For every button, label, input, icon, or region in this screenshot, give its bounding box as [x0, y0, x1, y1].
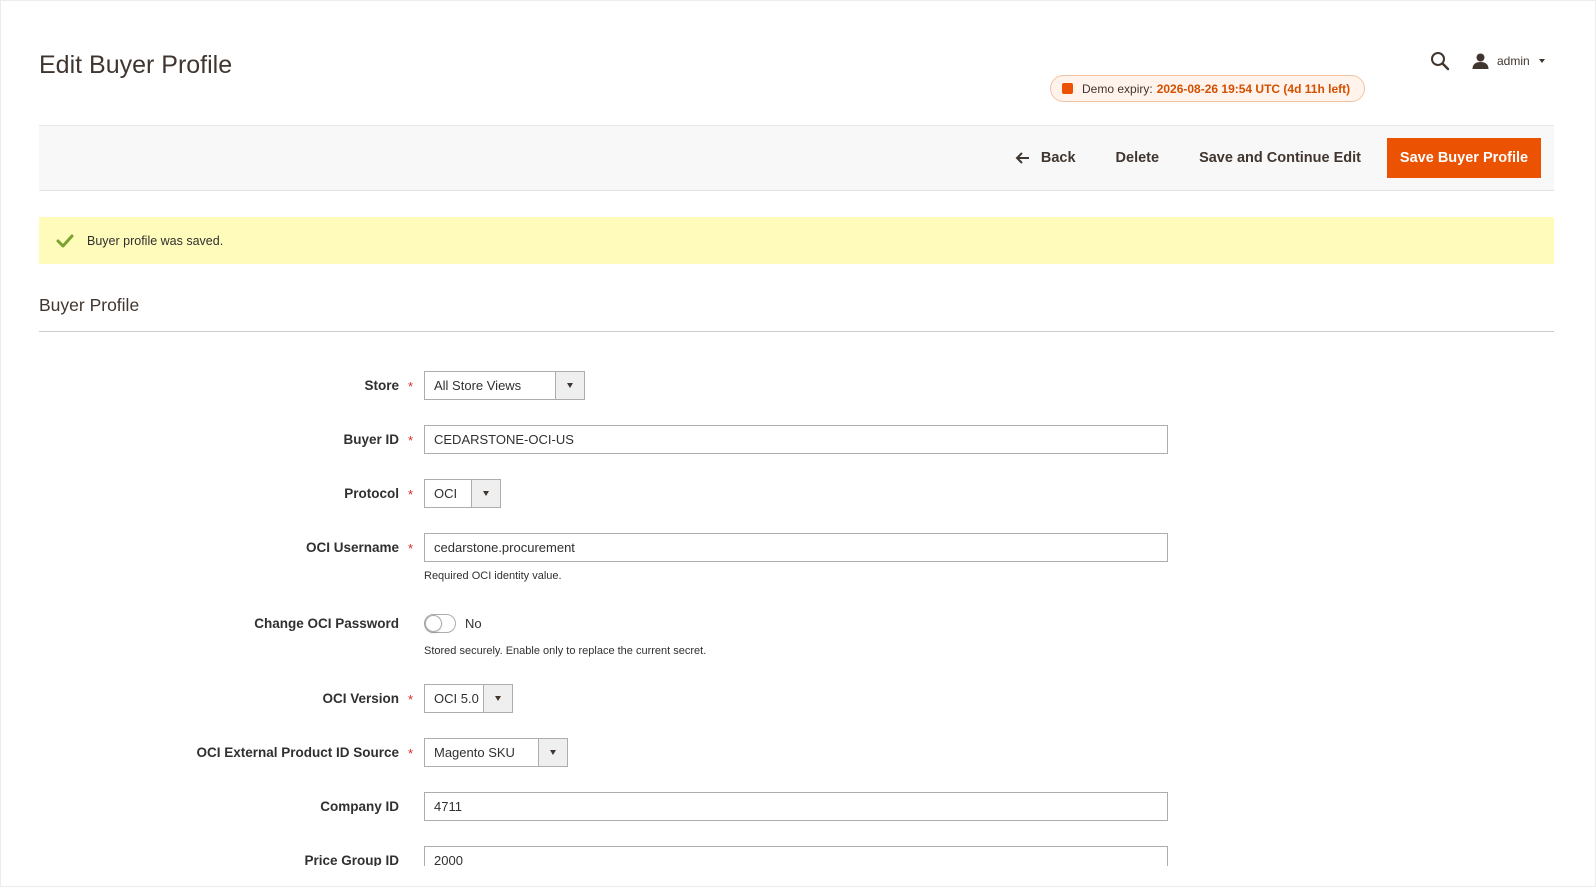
- save-and-continue-button[interactable]: Save and Continue Edit: [1179, 138, 1381, 178]
- protocol-select-value: OCI: [434, 486, 458, 501]
- field-oci-username: OCI Username *: [0, 533, 1596, 562]
- change-password-note: Stored securely. Enable only to replace …: [424, 645, 707, 657]
- field-price-group-id: Price Group ID: [0, 846, 1596, 866]
- demo-expiry-badge: Demo expiry: 2026-08-26 19:54 UTC (4d 11…: [1050, 75, 1365, 102]
- page-content: Edit Buyer Profile admin Demo expiry: 20…: [0, 0, 1596, 866]
- field-change-oci-password: Change OCI Password No: [0, 609, 1596, 638]
- toggle-wrapper: No: [424, 609, 482, 638]
- required-marker: *: [408, 379, 414, 394]
- required-marker: *: [408, 487, 414, 502]
- field-company-id: Company ID: [0, 792, 1596, 821]
- buyer-id-input[interactable]: [424, 425, 1168, 454]
- chevron-down-icon: [471, 480, 500, 507]
- oci-version-select-value: OCI 5.0: [434, 691, 479, 706]
- product-id-source-select-value: Magento SKU: [434, 745, 515, 760]
- delete-button[interactable]: Delete: [1096, 138, 1180, 178]
- oci-username-note: Required OCI identity value.: [424, 570, 562, 582]
- field-oci-version: OCI Version * OCI 5.0: [0, 684, 1596, 713]
- change-password-toggle[interactable]: [424, 614, 456, 633]
- required-marker: *: [408, 433, 414, 448]
- delete-button-label: Delete: [1115, 150, 1160, 166]
- field-label: OCI Username: [305, 540, 399, 555]
- save-and-continue-label: Save and Continue Edit: [1199, 150, 1361, 166]
- save-buyer-profile-label: Save Buyer Profile: [1399, 150, 1529, 166]
- chevron-down-icon: [483, 685, 512, 712]
- page-actions: Back Delete Save and Continue Edit Save …: [39, 125, 1554, 191]
- product-id-source-select[interactable]: Magento SKU: [424, 738, 568, 767]
- check-icon: [56, 234, 74, 247]
- search-icon[interactable]: [1430, 51, 1450, 71]
- protocol-select[interactable]: OCI: [424, 479, 501, 508]
- field-label: Store: [364, 378, 399, 393]
- back-button[interactable]: Back: [995, 138, 1096, 178]
- field-buyer-id: Buyer ID *: [0, 425, 1596, 454]
- required-marker: *: [408, 541, 414, 556]
- company-id-input[interactable]: [424, 792, 1168, 821]
- page: Edit Buyer Profile admin Demo expiry: 20…: [0, 0, 1596, 887]
- user-menu[interactable]: admin: [1472, 52, 1545, 70]
- page-title: Edit Buyer Profile: [39, 51, 233, 79]
- status-square-icon: [1062, 83, 1073, 94]
- toggle-knob: [425, 615, 442, 632]
- field-label: Company ID: [320, 799, 399, 814]
- arrow-left-icon: [1015, 152, 1029, 164]
- field-label: OCI External Product ID Source: [196, 745, 399, 760]
- field-label: OCI Version: [322, 691, 399, 706]
- field-label: Protocol: [344, 486, 399, 501]
- save-buyer-profile-button[interactable]: Save Buyer Profile: [1387, 138, 1541, 178]
- field-protocol: Protocol * OCI: [0, 479, 1596, 508]
- chevron-down-icon: [1538, 59, 1545, 63]
- field-label: Price Group ID: [304, 853, 399, 866]
- oci-username-input[interactable]: [424, 533, 1168, 562]
- chevron-down-icon: [538, 739, 567, 766]
- field-oci-external-product-id-source: OCI External Product ID Source * Magento…: [0, 738, 1596, 767]
- required-marker: *: [408, 746, 414, 761]
- price-group-id-input[interactable]: [424, 846, 1168, 866]
- section-divider: [39, 331, 1554, 332]
- oci-version-select[interactable]: OCI 5.0: [424, 684, 513, 713]
- store-select[interactable]: All Store Views: [424, 371, 585, 400]
- field-label: Buyer ID: [343, 432, 399, 447]
- toggle-state-label: No: [465, 616, 482, 631]
- store-select-value: All Store Views: [434, 378, 522, 393]
- back-button-label: Back: [1040, 150, 1076, 166]
- chevron-down-icon: [555, 372, 584, 399]
- user-name: admin: [1497, 54, 1530, 68]
- field-store: Store * All Store Views: [0, 371, 1596, 400]
- section-title: Buyer Profile: [39, 295, 140, 315]
- success-message: Buyer profile was saved.: [39, 217, 1554, 264]
- success-message-text: Buyer profile was saved.: [87, 233, 224, 248]
- demo-expiry-value: 2026-08-26 19:54 UTC (4d 11h left): [1156, 81, 1351, 96]
- field-label: Change OCI Password: [254, 616, 399, 631]
- demo-expiry-label: Demo expiry:: [1082, 81, 1153, 96]
- required-marker: *: [408, 692, 414, 707]
- user-icon: [1472, 53, 1489, 69]
